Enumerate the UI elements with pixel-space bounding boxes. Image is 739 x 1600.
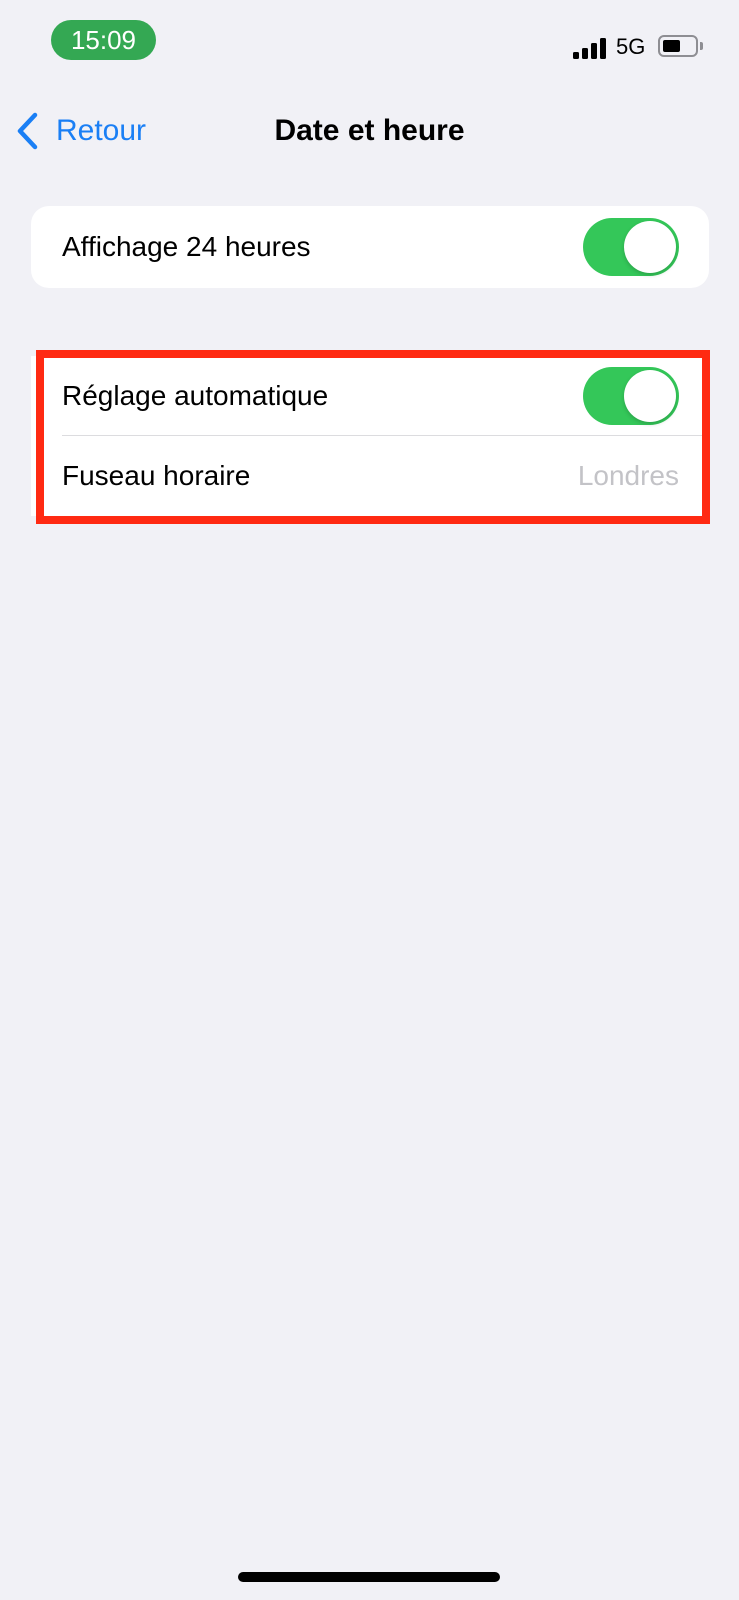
status-time[interactable]: 15:09 xyxy=(51,20,156,60)
battery-level xyxy=(663,40,680,52)
back-label: Retour xyxy=(56,114,147,147)
auto-time-group: Réglage automatique Fuseau horaire Londr… xyxy=(31,356,709,516)
setting-row-24h: Affichage 24 heures xyxy=(31,206,709,288)
setting-label-24h: Affichage 24 heures xyxy=(62,231,311,262)
timezone-value: Londres xyxy=(577,460,679,491)
setting-row-auto: Réglage automatique xyxy=(31,356,709,436)
battery-icon xyxy=(658,35,698,57)
setting-row-timezone[interactable]: Fuseau horaire Londres xyxy=(31,436,709,516)
time-format-group: Affichage 24 heures xyxy=(31,206,709,288)
toggle-knob xyxy=(624,221,676,273)
network-type: 5G xyxy=(616,34,646,59)
home-indicator[interactable] xyxy=(238,1572,500,1582)
toggle-auto-set[interactable] xyxy=(583,367,679,425)
status-bar: 15:09 5G xyxy=(0,0,739,80)
battery-cap xyxy=(700,42,703,50)
toggle-24h[interactable] xyxy=(583,218,679,276)
setting-label-timezone: Fuseau horaire xyxy=(62,460,251,491)
screen: 15:09 5G Date et heure Retour Affichage … xyxy=(0,0,739,1600)
chevron-left-icon xyxy=(17,112,38,150)
navigation-bar: Date et heure Retour xyxy=(0,100,739,162)
cellular-signal-icon xyxy=(573,37,607,59)
toggle-knob xyxy=(624,370,676,422)
setting-label-auto: Réglage automatique xyxy=(62,380,329,411)
back-button[interactable]: Retour xyxy=(14,108,146,154)
